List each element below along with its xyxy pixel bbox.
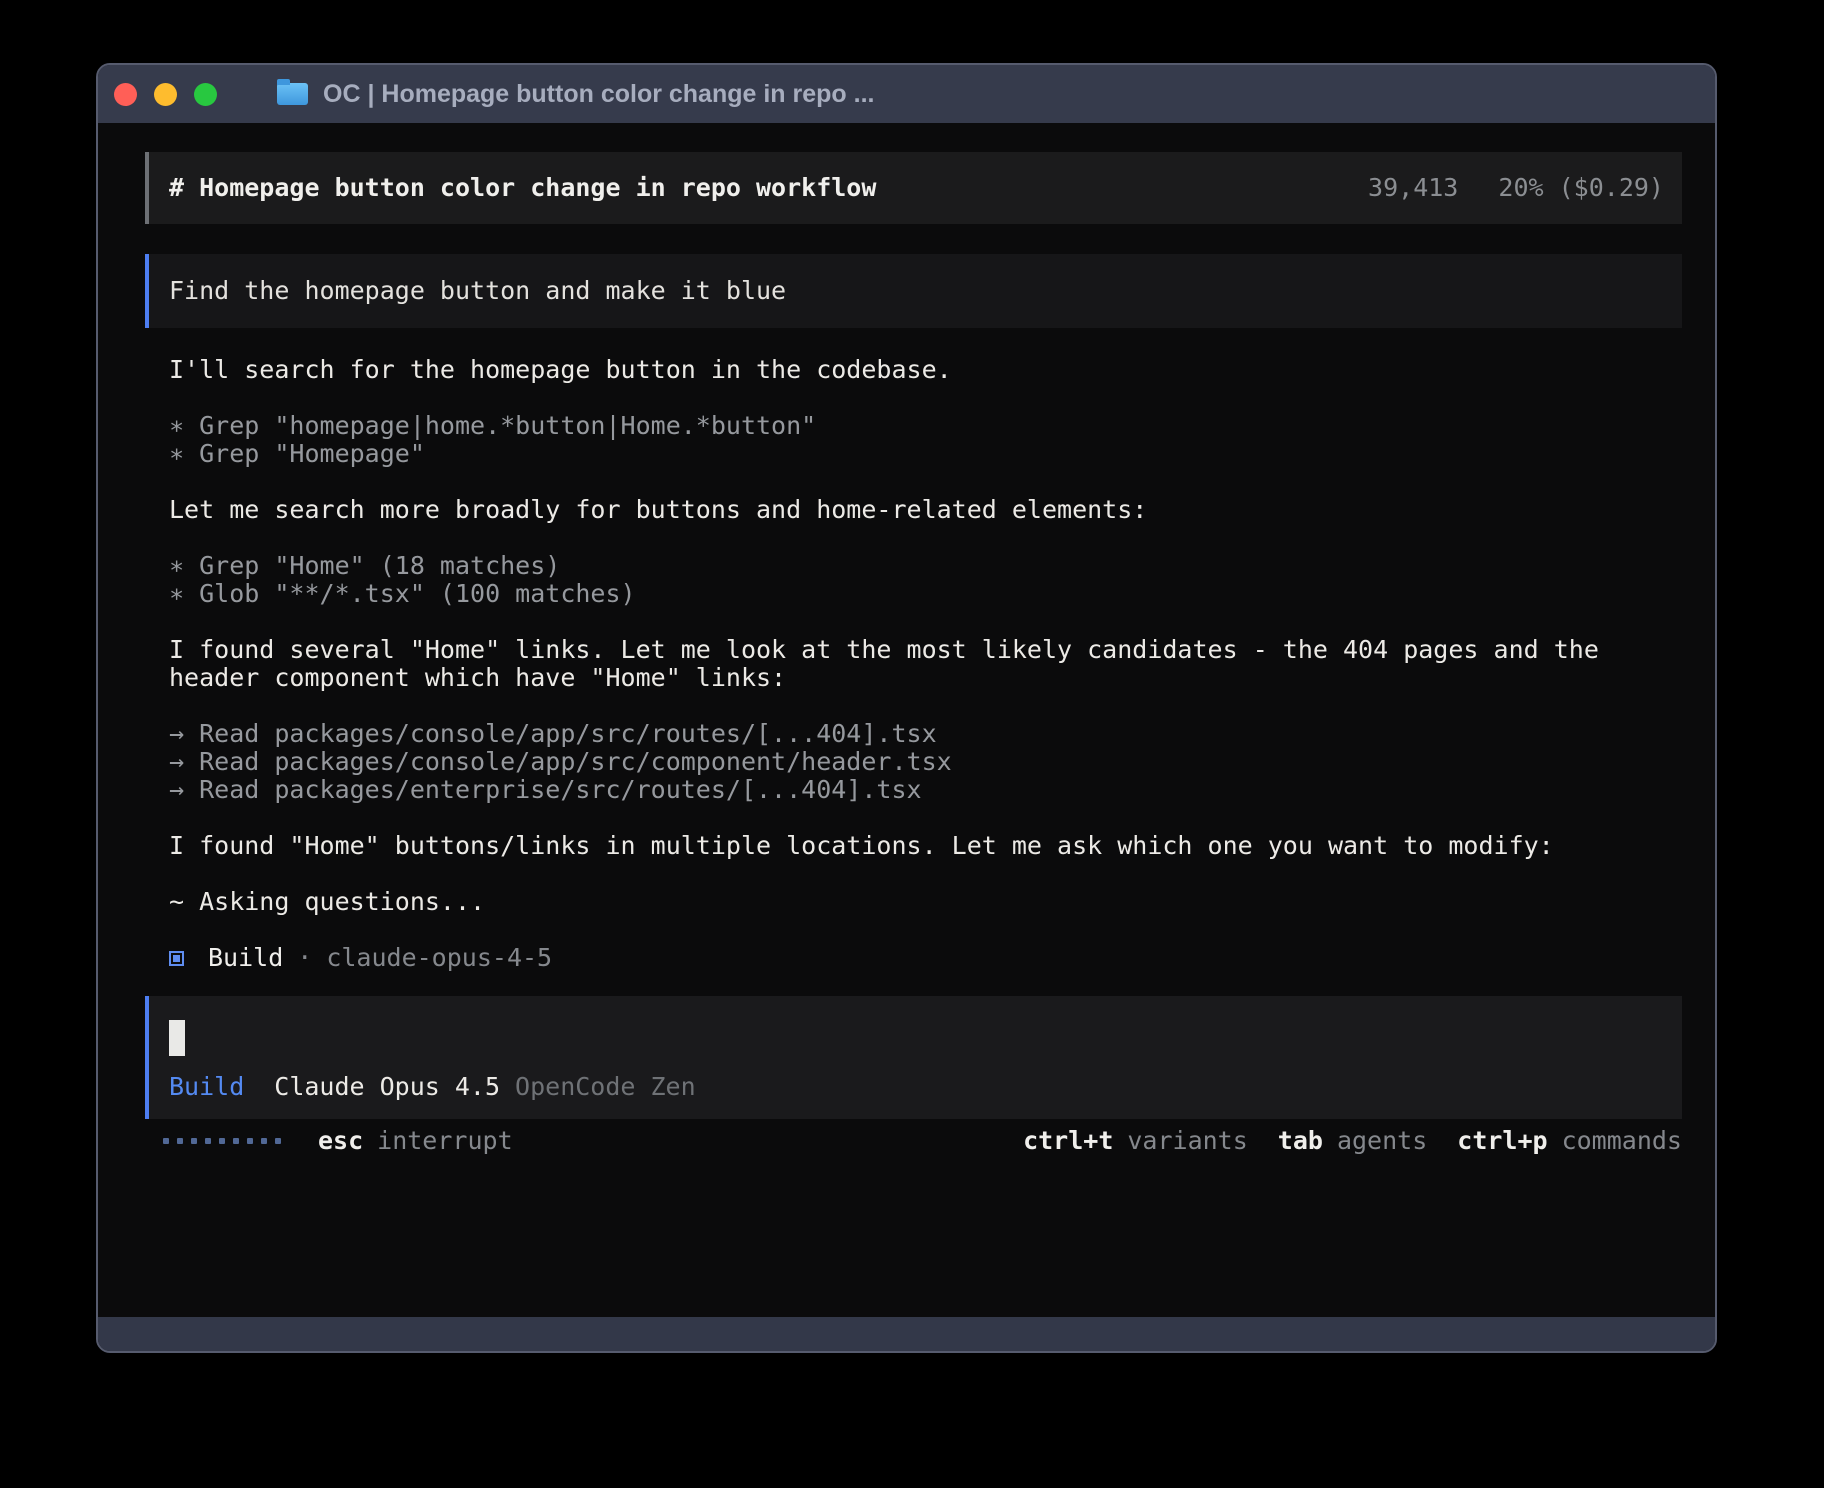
- terminal-content: # Homepage button color change in repo w…: [98, 123, 1715, 1317]
- commands-label: commands: [1562, 1126, 1682, 1155]
- assistant-text: I found "Home" buttons/links in multiple…: [169, 832, 1682, 860]
- assistant-text: I'll search for the homepage button in t…: [169, 356, 1682, 384]
- provider-label: OpenCode Zen: [515, 1073, 696, 1101]
- agent-model: claude-opus-4-5: [326, 944, 552, 972]
- folder-icon: [277, 83, 308, 105]
- working-spinner: [163, 1138, 281, 1144]
- token-count: 39,413: [1368, 173, 1458, 202]
- interrupt-label: interrupt: [377, 1126, 512, 1155]
- agent-square-icon: [169, 951, 184, 966]
- read-tool-call: → Read packages/enterprise/src/routes/[.…: [169, 776, 1682, 804]
- read-tool-call: → Read packages/console/app/src/routes/[…: [169, 720, 1682, 748]
- asking-questions-status: ~ Asking questions...: [169, 888, 1682, 916]
- agent-name: Build: [208, 944, 283, 972]
- commands-hint: ctrl+p commands: [1457, 1127, 1682, 1155]
- window-footer: [98, 1317, 1715, 1351]
- commands-key: ctrl+p: [1457, 1126, 1547, 1155]
- agents-hint: tab agents: [1278, 1127, 1427, 1155]
- session-title: # Homepage button color change in repo w…: [169, 174, 876, 202]
- active-agent-label[interactable]: Build: [169, 1073, 244, 1101]
- user-message-text: Find the homepage button and make it blu…: [169, 276, 786, 305]
- grep-tool-call: ∗ Grep "Home" (18 matches): [169, 552, 1682, 580]
- session-header: # Homepage button color change in repo w…: [145, 152, 1682, 224]
- minimize-window-button[interactable]: [154, 83, 177, 106]
- window-title: OC | Homepage button color change in rep…: [323, 80, 874, 109]
- text-cursor: [169, 1020, 185, 1056]
- agent-badge: Build · claude-opus-4-5: [169, 944, 1682, 972]
- tool-call-group: ∗ Grep "Home" (18 matches) ∗ Glob "**/*.…: [169, 552, 1682, 608]
- prompt-input[interactable]: Build Claude Opus 4.5 OpenCode Zen: [145, 996, 1682, 1119]
- variants-hint: ctrl+t variants: [1023, 1127, 1248, 1155]
- interrupt-hint: esc interrupt: [318, 1127, 513, 1155]
- grep-tool-call: ∗ Grep "Homepage": [169, 440, 1682, 468]
- agents-key: tab: [1278, 1126, 1323, 1155]
- glob-tool-call: ∗ Glob "**/*.tsx" (100 matches): [169, 580, 1682, 608]
- status-left: esc interrupt: [163, 1127, 513, 1155]
- traffic-lights: [114, 83, 217, 106]
- input-meta: Build Claude Opus 4.5 OpenCode Zen: [169, 1073, 1662, 1101]
- assistant-text: I found several "Home" links. Let me loo…: [169, 636, 1682, 692]
- interrupt-key: esc: [318, 1126, 363, 1155]
- grep-tool-call: ∗ Grep "homepage|home.*button|Home.*butt…: [169, 412, 1682, 440]
- session-stats: 39,413 20% ($0.29): [1368, 174, 1664, 202]
- terminal-window: OC | Homepage button color change in rep…: [96, 63, 1717, 1353]
- assistant-text: Let me search more broadly for buttons a…: [169, 496, 1682, 524]
- zoom-window-button[interactable]: [194, 83, 217, 106]
- context-usage: 20% ($0.29): [1498, 173, 1664, 202]
- badge-separator: ·: [297, 944, 312, 972]
- status-bar: esc interrupt ctrl+t variants tab agents ct…: [145, 1127, 1682, 1155]
- window-titlebar[interactable]: OC | Homepage button color change in rep…: [98, 65, 1715, 123]
- status-right: ctrl+t variants tab agents ctrl+p commands: [1023, 1127, 1682, 1155]
- read-tool-call: → Read packages/console/app/src/componen…: [169, 748, 1682, 776]
- tool-call-group: ∗ Grep "homepage|home.*button|Home.*butt…: [169, 412, 1682, 468]
- variants-label: variants: [1127, 1126, 1247, 1155]
- assistant-transcript: I'll search for the homepage button in t…: [169, 356, 1682, 972]
- agents-label: agents: [1337, 1126, 1427, 1155]
- tool-call-group: → Read packages/console/app/src/routes/[…: [169, 720, 1682, 804]
- variants-key: ctrl+t: [1023, 1126, 1113, 1155]
- user-message: Find the homepage button and make it blu…: [145, 254, 1682, 328]
- close-window-button[interactable]: [114, 83, 137, 106]
- active-model-label[interactable]: Claude Opus 4.5: [274, 1073, 500, 1101]
